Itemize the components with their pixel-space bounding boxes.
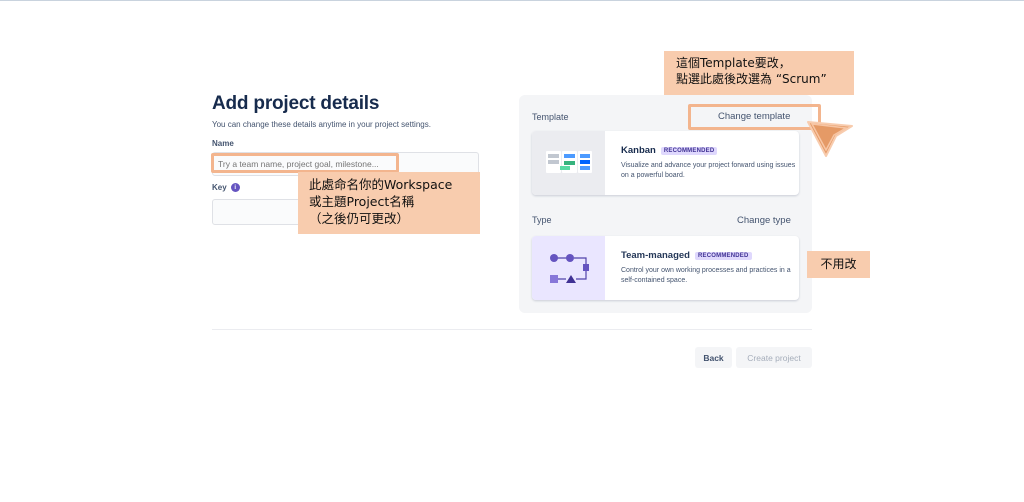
change-template-highlight: [688, 104, 821, 130]
key-label-row: Key i: [212, 183, 240, 192]
workflow-illustration-icon: [532, 236, 605, 300]
annotation-change-template: 這個Template要改， 點選此處後改選為 “Scrum”: [664, 51, 854, 95]
page-subtitle: You can change these details anytime in …: [212, 120, 431, 129]
recommended-badge: RECOMMENDED: [660, 146, 718, 155]
annotation-line: 這個Template要改，: [676, 56, 791, 70]
kanban-template-card[interactable]: Kanban RECOMMENDED Visualize and advance…: [532, 131, 799, 195]
annotation-line: 此處命名你的Workspace: [309, 177, 453, 192]
annotation-no-change: 不用改: [807, 251, 870, 278]
change-type-button[interactable]: Change type: [737, 215, 791, 226]
team-card-body: Team-managed RECOMMENDED Control your ow…: [605, 236, 796, 300]
kanban-board-illustration-icon: [532, 131, 605, 195]
template-section-label: Template: [532, 112, 569, 122]
key-label: Key: [212, 183, 227, 192]
annotation-line: （之後仍可更改）: [309, 211, 410, 226]
name-label: Name: [212, 139, 234, 148]
kanban-card-description: Visualize and advance your project forwa…: [621, 162, 796, 179]
kanban-card-title: Kanban: [621, 145, 656, 156]
team-card-description: Control your own working processes and p…: [621, 267, 791, 284]
back-button[interactable]: Back: [695, 347, 732, 368]
info-icon[interactable]: i: [230, 183, 240, 192]
annotation-line: 點選此處後改選為 “Scrum”: [676, 72, 827, 86]
name-input-highlight: [211, 153, 399, 173]
team-card-title: Team-managed: [621, 250, 690, 261]
arrow-cursor-icon: [807, 121, 853, 157]
project-key-input[interactable]: [212, 199, 302, 225]
recommended-badge: RECOMMENDED: [694, 251, 752, 260]
footer-divider: [212, 329, 812, 330]
create-project-button[interactable]: Create project: [736, 347, 812, 368]
page-title: Add project details: [212, 93, 380, 114]
type-section-label: Type: [532, 215, 552, 225]
kanban-card-body: Kanban RECOMMENDED Visualize and advance…: [605, 131, 796, 195]
window-top-border: [0, 0, 1024, 1]
annotation-line: 或主題Project名稱: [309, 194, 415, 209]
team-managed-card[interactable]: Team-managed RECOMMENDED Control your ow…: [532, 236, 799, 300]
annotation-project-name: 此處命名你的Workspace 或主題Project名稱 （之後仍可更改）: [298, 172, 480, 234]
